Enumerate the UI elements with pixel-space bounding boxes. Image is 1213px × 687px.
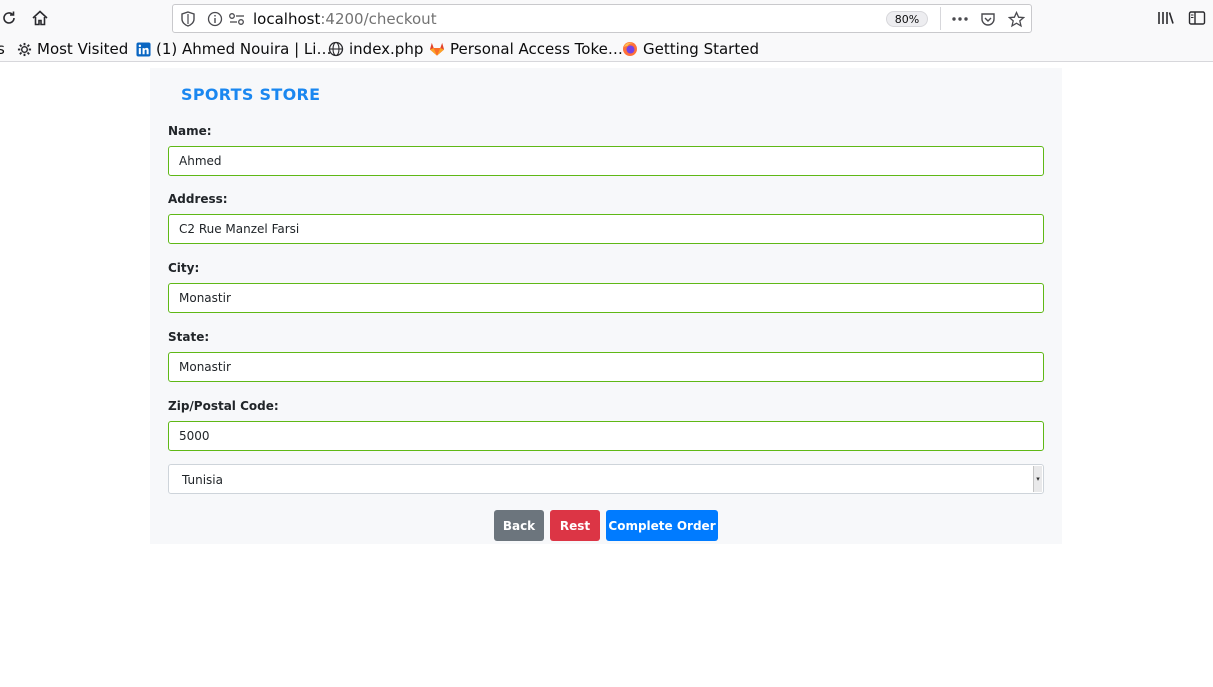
- checkout-card: SPORTS STORE Name: Address: City: State:…: [150, 68, 1062, 544]
- name-input[interactable]: [168, 146, 1044, 176]
- url-host: localhost: [253, 10, 321, 28]
- back-button[interactable]: Back: [494, 510, 544, 541]
- bookmark-gitlab[interactable]: Personal Access Toke…: [429, 39, 623, 59]
- zoom-level-badge[interactable]: 80%: [886, 11, 928, 27]
- reload-icon[interactable]: [0, 5, 22, 31]
- pocket-icon[interactable]: [979, 10, 997, 28]
- page-actions-icon[interactable]: [951, 10, 969, 28]
- tracking-shield-icon[interactable]: [179, 10, 197, 28]
- sidebar-icon[interactable]: [1184, 5, 1210, 31]
- bookmark-label: Personal Access Toke…: [450, 40, 623, 58]
- reset-button[interactable]: Rest: [550, 510, 600, 541]
- site-info-icon[interactable]: [206, 10, 224, 28]
- bookmark-getting-started[interactable]: Getting Started: [622, 39, 759, 59]
- dropdown-arrow-icon[interactable]: ▾: [1033, 466, 1042, 492]
- country-selected-value: Tunisia: [182, 473, 223, 487]
- brand-title: SPORTS STORE: [181, 85, 321, 104]
- state-input[interactable]: [168, 352, 1044, 382]
- name-label: Name:: [168, 124, 212, 138]
- address-label: Address:: [168, 192, 228, 206]
- browser-chrome: localhost:4200/checkout 80% s Most Visit…: [0, 0, 1213, 62]
- bookmark-label: Most Visited: [37, 40, 129, 58]
- bookmark-star-icon[interactable]: [1007, 10, 1025, 28]
- url-path: :4200/checkout: [320, 10, 437, 28]
- bookmark-index-php[interactable]: index.php: [328, 39, 423, 59]
- firefox-icon: [622, 41, 638, 57]
- bookmark-linkedin[interactable]: (1) Ahmed Nouira | Li…: [135, 39, 331, 59]
- library-icon[interactable]: [1153, 5, 1179, 31]
- url-text[interactable]: localhost:4200/checkout: [253, 10, 437, 28]
- permissions-icon[interactable]: [228, 10, 246, 28]
- address-input[interactable]: [168, 214, 1044, 244]
- bookmark-label: Getting Started: [643, 40, 759, 58]
- complete-order-button[interactable]: Complete Order: [606, 510, 718, 541]
- zip-label: Zip/Postal Code:: [168, 399, 279, 413]
- gear-icon: [16, 41, 32, 57]
- home-icon[interactable]: [27, 5, 53, 31]
- linkedin-icon: [135, 41, 151, 57]
- city-input[interactable]: [168, 283, 1044, 313]
- globe-icon: [328, 41, 344, 57]
- country-select[interactable]: Tunisia ▾: [168, 464, 1044, 494]
- bookmark-label: (1) Ahmed Nouira | Li…: [156, 40, 332, 58]
- state-label: State:: [168, 330, 210, 344]
- bookmarks-toolbar: s Most Visited (1) Ahmed Nouira | Li… in…: [0, 37, 1213, 61]
- url-bar[interactable]: localhost:4200/checkout 80%: [172, 4, 1032, 33]
- url-bar-divider: [940, 7, 941, 30]
- bookmark-label: index.php: [349, 40, 424, 58]
- gitlab-icon: [429, 41, 445, 57]
- zip-input[interactable]: [168, 421, 1044, 451]
- city-label: City:: [168, 261, 200, 275]
- bookmark-truncated[interactable]: s: [0, 39, 5, 59]
- bookmark-label: s: [0, 40, 5, 58]
- bookmark-most-visited[interactable]: Most Visited: [16, 39, 128, 59]
